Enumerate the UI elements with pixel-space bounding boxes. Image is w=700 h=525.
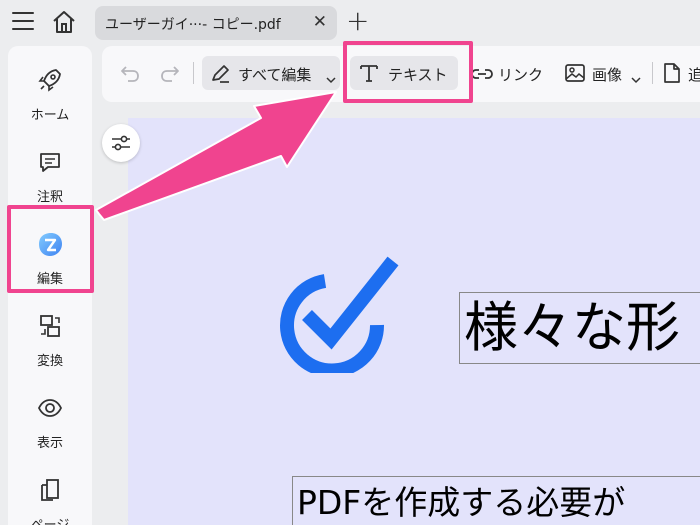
pointer-arrow — [95, 91, 337, 221]
